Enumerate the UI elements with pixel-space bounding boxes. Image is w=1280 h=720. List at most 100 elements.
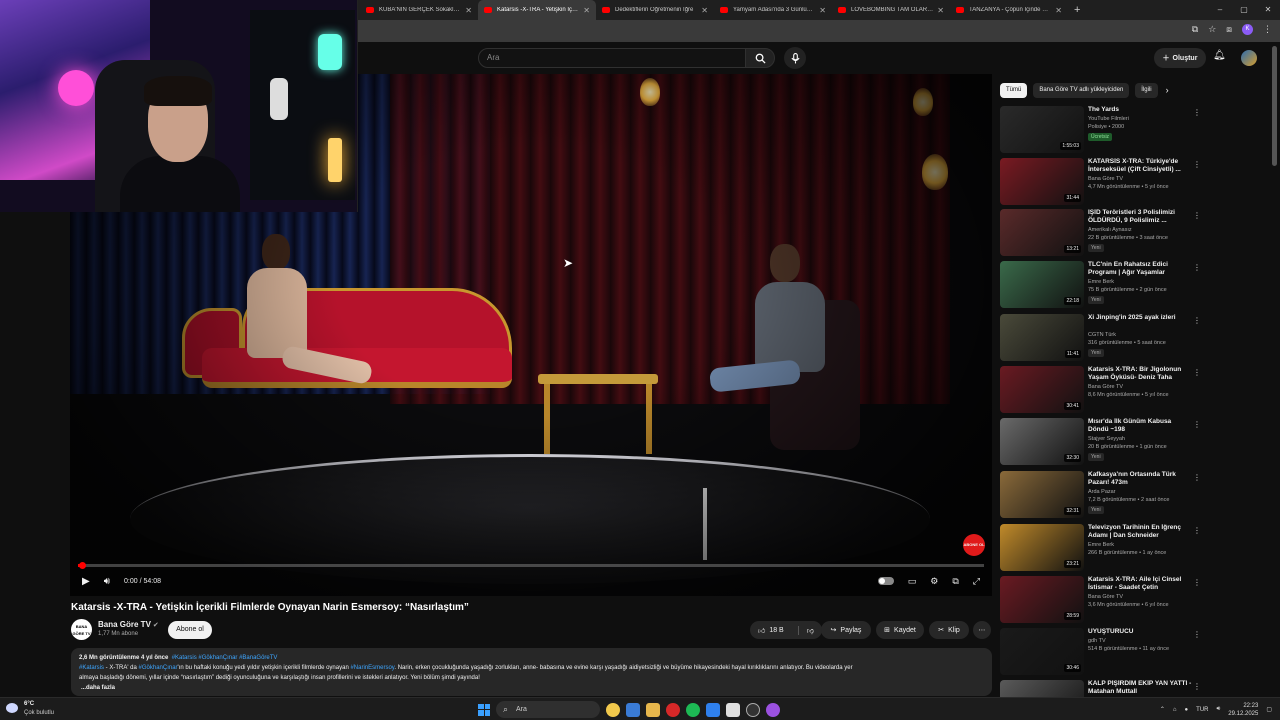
close-tab-icon[interactable]: ✕	[819, 6, 826, 15]
recommended-video[interactable]: 30:46 UYUŞTURUCU gdh TV 514 B görüntülenme …	[1000, 628, 1205, 676]
video-thumbnail[interactable]: 23:21	[1000, 524, 1084, 571]
video-title[interactable]: KATARSİS X-TRA: Türkiye'de İnterseksüel …	[1088, 158, 1192, 174]
video-title[interactable]: KALP PİŞİRDİM EKİP YAN YATTI - Matahan M…	[1088, 680, 1192, 696]
hashtag-link[interactable]: #NarinEsmersoy	[350, 665, 394, 671]
bookmark-star-icon[interactable]: ☆	[1208, 24, 1216, 35]
microphone-tray-icon[interactable]: ●	[1185, 707, 1189, 713]
store-app-icon[interactable]	[626, 702, 640, 717]
save-button[interactable]: ⊞ Kaydet	[876, 621, 924, 639]
obs-app-icon[interactable]	[746, 702, 760, 717]
recommended-video[interactable]: 32:30 Mısır'da İlk Günüm Kabusa Döndü ~19…	[1000, 418, 1205, 466]
more-vertical-icon[interactable]: ⋮	[1193, 368, 1201, 377]
more-vertical-icon[interactable]: ⋮	[1193, 473, 1201, 482]
channel-name[interactable]: Stajyer Seyyah	[1088, 436, 1125, 442]
settings-gear-icon[interactable]: ⚙	[930, 576, 938, 587]
notifications-icon[interactable]: ▢	[1266, 706, 1272, 713]
clip-button[interactable]: ✂ Klip	[929, 621, 969, 639]
recommended-video[interactable]: 13:21 IŞİD Teröristleri 3 Polislimizi ÖLD…	[1000, 209, 1205, 257]
more-actions-button[interactable]: ⋯	[973, 621, 991, 639]
minimize-button[interactable]: –	[1208, 0, 1232, 20]
subscribe-button[interactable]: Abone ol	[168, 621, 212, 639]
video-thumbnail[interactable]: 30:46	[1000, 628, 1084, 675]
video-thumbnail[interactable]: 30:41	[1000, 366, 1084, 413]
video-title[interactable]: Katarsis X-TRA: Aile İçi Cinsel İstismar…	[1088, 576, 1192, 592]
opera-app-icon[interactable]	[666, 702, 680, 717]
channel-name[interactable]: Emre Berk	[1088, 279, 1114, 285]
channel-name[interactable]: CGTN Türk	[1088, 332, 1116, 338]
profile-icon[interactable]: K	[1242, 24, 1253, 35]
video-title[interactable]: Televizyon Tarihinin En İğrenç Adamı | D…	[1088, 524, 1192, 540]
video-title[interactable]: Kafkasya'nın Ortasında Türk Pazarı! 473m	[1088, 471, 1192, 487]
video-thumbnail[interactable]: 22:18	[1000, 261, 1084, 308]
subscribe-watermark-badge[interactable]: ABONE OL	[963, 534, 985, 556]
network-icon[interactable]: ⌂	[1173, 707, 1177, 713]
close-tab-icon[interactable]: ✕	[701, 6, 708, 15]
voice-search-button[interactable]	[784, 47, 806, 69]
speaker-icon[interactable]: 🔊︎	[1217, 706, 1221, 713]
recommended-video[interactable]: 31:44 KATARSİS X-TRA: Türkiye'de İntersek…	[1000, 158, 1205, 206]
description-box[interactable]: 2,6 Mn görüntülenme 4 yıl önce #Katarsis…	[71, 648, 992, 696]
like-icon[interactable]: 👍︎	[758, 626, 765, 635]
video-thumbnail[interactable]: 11:41	[1000, 314, 1084, 361]
more-vertical-icon[interactable]: ⋮	[1193, 316, 1201, 325]
video-thumbnail[interactable]: 13:21	[1000, 209, 1084, 256]
browser-menu-icon[interactable]: ⋮	[1263, 24, 1272, 35]
chrome-app-icon[interactable]	[606, 702, 620, 717]
cast-icon[interactable]: ⧉	[1192, 24, 1198, 35]
channel-name[interactable]: Bana Göre TV	[1088, 594, 1123, 600]
show-more-link[interactable]: ...daha fazla	[79, 683, 984, 693]
browser-tab[interactable]: Yamyam Adası'nda 3 Günlük H ✕	[714, 0, 832, 20]
more-vertical-icon[interactable]: ⋮	[1193, 263, 1201, 272]
recommended-video[interactable]: 11:41 Xi Jinping'in 2025 ayak izleri CGTN …	[1000, 314, 1205, 362]
create-button[interactable]: ＋ Oluştur	[1154, 48, 1206, 68]
close-window-button[interactable]: ✕	[1256, 0, 1280, 20]
close-tab-icon[interactable]: ✕	[937, 6, 944, 15]
more-vertical-icon[interactable]: ⋮	[1193, 160, 1201, 169]
channel-name[interactable]: Bana Göre TV ✔	[98, 620, 159, 629]
clock[interactable]: 22:23 29.12.2025	[1228, 702, 1258, 718]
channel-name[interactable]: Amerikalı Aynasız	[1088, 227, 1132, 233]
video-thumbnail[interactable]: 32:31	[1000, 471, 1084, 518]
new-tab-button[interactable]: +	[1074, 4, 1080, 16]
account-avatar[interactable]	[1241, 50, 1257, 66]
channel-name[interactable]: Emre Berk	[1088, 542, 1114, 548]
video-title[interactable]: Xi Jinping'in 2025 ayak izleri	[1088, 314, 1192, 322]
fullscreen-icon[interactable]: ⤢	[973, 576, 980, 587]
recommended-video[interactable]: 23:21 Televizyon Tarihinin En İğrenç Adam…	[1000, 524, 1205, 572]
browser-tab[interactable]: KÜBA'NIN GERÇEK Sokakları B ✕	[360, 0, 478, 20]
recommended-video[interactable]: 1:55:03 The Yards YouTube Filmleri Polisiye…	[1000, 106, 1205, 154]
recommended-video[interactable]: 30:41 Katarsis X-TRA: Bir Jigolonun Yaşam…	[1000, 366, 1205, 414]
windows-start-icon[interactable]	[478, 703, 490, 716]
notifications-bell-icon[interactable]: 🔔︎	[1213, 50, 1226, 61]
progress-scrubber-handle[interactable]	[78, 562, 86, 569]
page-scrollbar[interactable]	[1272, 46, 1277, 166]
weather-widget[interactable]: 6°C Çok bulutlu	[6, 701, 76, 719]
channel-name[interactable]: gdh TV	[1088, 638, 1106, 644]
more-vertical-icon[interactable]: ⋮	[1193, 682, 1201, 691]
browser-tab[interactable]: Dedektiflerin Öğretmenin İğre ✕	[596, 0, 714, 20]
video-title[interactable]: The Yards	[1088, 106, 1192, 114]
dislike-icon[interactable]: 👎︎	[797, 625, 814, 635]
video-thumbnail[interactable]: 1:55:03	[1000, 106, 1084, 153]
channel-name[interactable]: Arda Pazar	[1088, 489, 1116, 495]
more-vertical-icon[interactable]: ⋮	[1193, 420, 1201, 429]
video-title[interactable]: TLC'nin En Rahatsız Edici Programı | Ağı…	[1088, 261, 1192, 277]
more-vertical-icon[interactable]: ⋮	[1193, 211, 1201, 220]
more-vertical-icon[interactable]: ⋮	[1193, 630, 1201, 639]
channel-avatar[interactable]: BANA GÖRE TV	[71, 619, 92, 640]
more-vertical-icon[interactable]: ⋮	[1193, 108, 1201, 117]
video-thumbnail[interactable]: 32:30	[1000, 418, 1084, 465]
extensions-icon[interactable]: ⧈	[1226, 24, 1232, 35]
channel-name[interactable]: YouTube Filmleri	[1088, 116, 1129, 122]
chip-related[interactable]: İlgili	[1135, 82, 1158, 98]
file-explorer-icon[interactable]	[646, 702, 660, 717]
autoplay-toggle[interactable]	[877, 577, 894, 585]
spotify-app-icon[interactable]	[686, 702, 700, 717]
search-button[interactable]	[745, 48, 775, 68]
chip-all[interactable]: Tümü	[1000, 82, 1028, 98]
channel-name[interactable]: Bana Göre TV	[1088, 384, 1123, 390]
hashtags[interactable]: #Katarsis #GökhanÇınar #BanaGöreTV	[172, 655, 278, 661]
share-button[interactable]: ↪ Paylaş	[821, 621, 871, 639]
recommended-video[interactable]: 28:59 Katarsis X-TRA: Aile İçi Cinsel İst…	[1000, 576, 1205, 624]
notepad-app-icon[interactable]	[726, 702, 740, 717]
